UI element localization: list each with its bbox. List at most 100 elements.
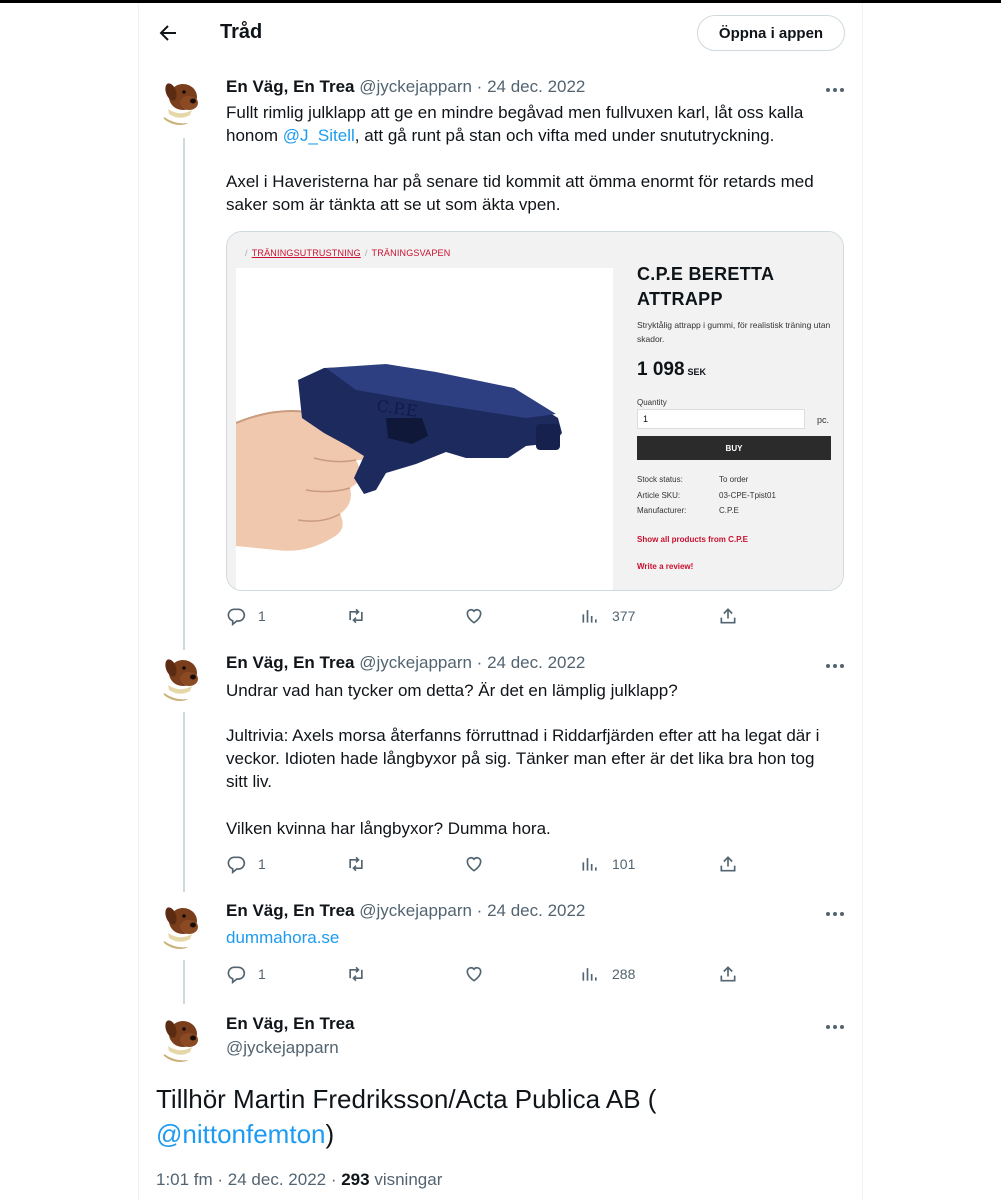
avatar[interactable] (156, 901, 204, 949)
reply-button[interactable]: 1 (226, 853, 266, 875)
author-handle[interactable]: @jyckejapparn (226, 1038, 339, 1058)
retweet-icon (349, 966, 363, 982)
tweet-text-paragraph: Jultrivia: Axels morsa återfanns förrutt… (226, 726, 820, 791)
like-button[interactable] (464, 605, 484, 627)
back-arrow-icon[interactable] (156, 21, 180, 45)
views-button[interactable]: 377 (580, 605, 635, 627)
separator: · (476, 77, 483, 96)
reply-count: 1 (258, 856, 266, 872)
retweet-icon (349, 856, 363, 872)
like-button[interactable] (464, 853, 484, 875)
price-currency: SEK (687, 367, 707, 377)
avatar[interactable] (156, 77, 204, 125)
show-all-products-link[interactable]: Show all products from C.P.E (637, 535, 748, 544)
views-icon (582, 610, 597, 623)
author-name[interactable]: En Väg, En Trea (226, 653, 355, 672)
author-handle[interactable]: @jyckejapparn (359, 77, 472, 96)
product-title-line: C.P.E BERETTA (637, 264, 775, 284)
mention-link[interactable]: @nittonfemton (156, 1119, 325, 1149)
more-icon[interactable] (825, 1024, 845, 1030)
spec-value: To order (719, 475, 749, 484)
separator: · (476, 653, 483, 672)
tweet-timestamp-views: 1:01 fm · 24 dec. 2022 · 293 visningar (156, 1170, 442, 1190)
tweet-date[interactable]: 24 dec. 2022 (487, 77, 585, 96)
tweet-date[interactable]: 24 dec. 2022 (487, 901, 585, 920)
share-button[interactable] (718, 853, 738, 875)
author-name[interactable]: En Väg, En Trea (226, 1014, 355, 1034)
views-icon (582, 858, 597, 871)
retweet-button[interactable] (346, 963, 366, 985)
views-count: 288 (612, 966, 636, 982)
share-icon (720, 608, 736, 624)
main-tweet: En Väg, En Trea @jyckejapparn Tillhör Ma… (138, 1014, 863, 1200)
tweet[interactable]: En Väg, En Trea @jyckejapparn · 24 dec. … (138, 653, 863, 883)
spec-value: 03-CPE-Tpist01 (719, 490, 776, 500)
spec-row: Article SKU: 03-CPE-Tpist01 (637, 488, 776, 504)
quantity-input[interactable]: 1 (637, 409, 805, 429)
reply-button[interactable]: 1 (226, 605, 266, 627)
author-handle[interactable]: @jyckejapparn (359, 901, 472, 920)
tweet-text-part: Tillhör Martin Fredriksson/Acta Publica … (156, 1084, 657, 1114)
spec-value: C.P.E (719, 506, 739, 515)
write-review-link[interactable]: Write a review! (637, 562, 693, 571)
spec-label: Stock status: (637, 475, 683, 484)
tweet-meta: En Väg, En Trea @jyckejapparn · 24 dec. … (226, 653, 585, 673)
like-button[interactable] (464, 963, 484, 985)
author-name[interactable]: En Väg, En Trea (226, 901, 355, 920)
tweet-date[interactable]: 24 dec. 2022 (487, 653, 585, 672)
like-icon (466, 856, 482, 872)
avatar[interactable] (156, 1014, 204, 1062)
retweet-icon (349, 608, 363, 624)
views-button[interactable]: 101 (580, 853, 635, 875)
retweet-button[interactable] (346, 605, 366, 627)
spec-label: Article SKU: (637, 490, 681, 500)
share-button[interactable] (718, 605, 738, 627)
views-count: 293 (341, 1170, 370, 1189)
product-card[interactable]: / TRÄNINGSUTRUSTNING / TRÄNINGSVAPEN C.P.E … (226, 231, 844, 591)
tweet-link[interactable]: dummahora.se (226, 926, 836, 949)
spec-label: Manufacturer: (637, 506, 687, 515)
tweet[interactable]: En Väg, En Trea @jyckejapparn · 24 dec. … (138, 901, 863, 991)
avatar[interactable] (156, 653, 204, 701)
reply-icon (227, 966, 246, 984)
more-icon[interactable] (825, 911, 845, 917)
views-count: 377 (612, 608, 636, 624)
reply-button[interactable]: 1 (226, 963, 266, 985)
tweet-meta: En Väg, En Trea @jyckejapparn · 24 dec. … (226, 901, 585, 921)
retweet-button[interactable] (346, 853, 366, 875)
spec-row: Manufacturer: C.P.E (637, 503, 776, 519)
like-icon (466, 608, 482, 624)
separator: · (476, 901, 483, 920)
views-count: 101 (612, 856, 636, 872)
open-in-app-button[interactable]: Öppna i appen (697, 15, 845, 51)
tweet-timestamp[interactable]: 1:01 fm · 24 dec. 2022 · (156, 1170, 341, 1189)
views-button[interactable]: 288 (580, 963, 635, 985)
reply-count: 1 (258, 608, 266, 624)
tweet[interactable]: En Väg, En Trea @jyckejapparn · 24 dec. … (138, 77, 863, 637)
share-button[interactable] (718, 963, 738, 985)
breadcrumb-item: TRÄNINGSUTRUSTNING (251, 248, 361, 258)
more-icon[interactable] (825, 663, 845, 669)
page-title: Tråd (220, 21, 263, 43)
tweet-text-part: ) (325, 1119, 335, 1149)
product-description: Stryktålig attrapp i gummi, för realisti… (637, 320, 831, 344)
author-name[interactable]: En Väg, En Trea (226, 77, 355, 96)
tweet-text-paragraph: Axel i Haveristerna har på senare tid ko… (226, 172, 814, 214)
breadcrumb-item: TRÄNINGSVAPEN (371, 248, 451, 258)
share-icon (720, 856, 736, 872)
tweet-actions: 1 101 (226, 853, 746, 877)
mention-link[interactable]: @J_Sitell (283, 126, 355, 145)
like-icon (466, 966, 482, 982)
views-icon (582, 968, 597, 981)
product-specs: Stock status: To order Article SKU: 03-CPE… (637, 472, 776, 519)
reply-icon (227, 608, 246, 626)
tweet-text: Fullt rimlig julklapp att ge en mindre b… (226, 101, 836, 147)
author-handle[interactable]: @jyckejapparn (359, 653, 472, 672)
tweet-text-paragraph: Vilken kvinna har långbyxor? Dumma hora. (226, 819, 551, 838)
tweet-actions: 1 288 (226, 963, 746, 987)
quantity-label: Quantity (637, 398, 667, 407)
more-icon[interactable] (825, 87, 845, 93)
buy-button[interactable]: BUY (637, 436, 831, 460)
tweet-actions: 1 377 (226, 605, 746, 629)
spec-row: Stock status: To order (637, 472, 776, 488)
